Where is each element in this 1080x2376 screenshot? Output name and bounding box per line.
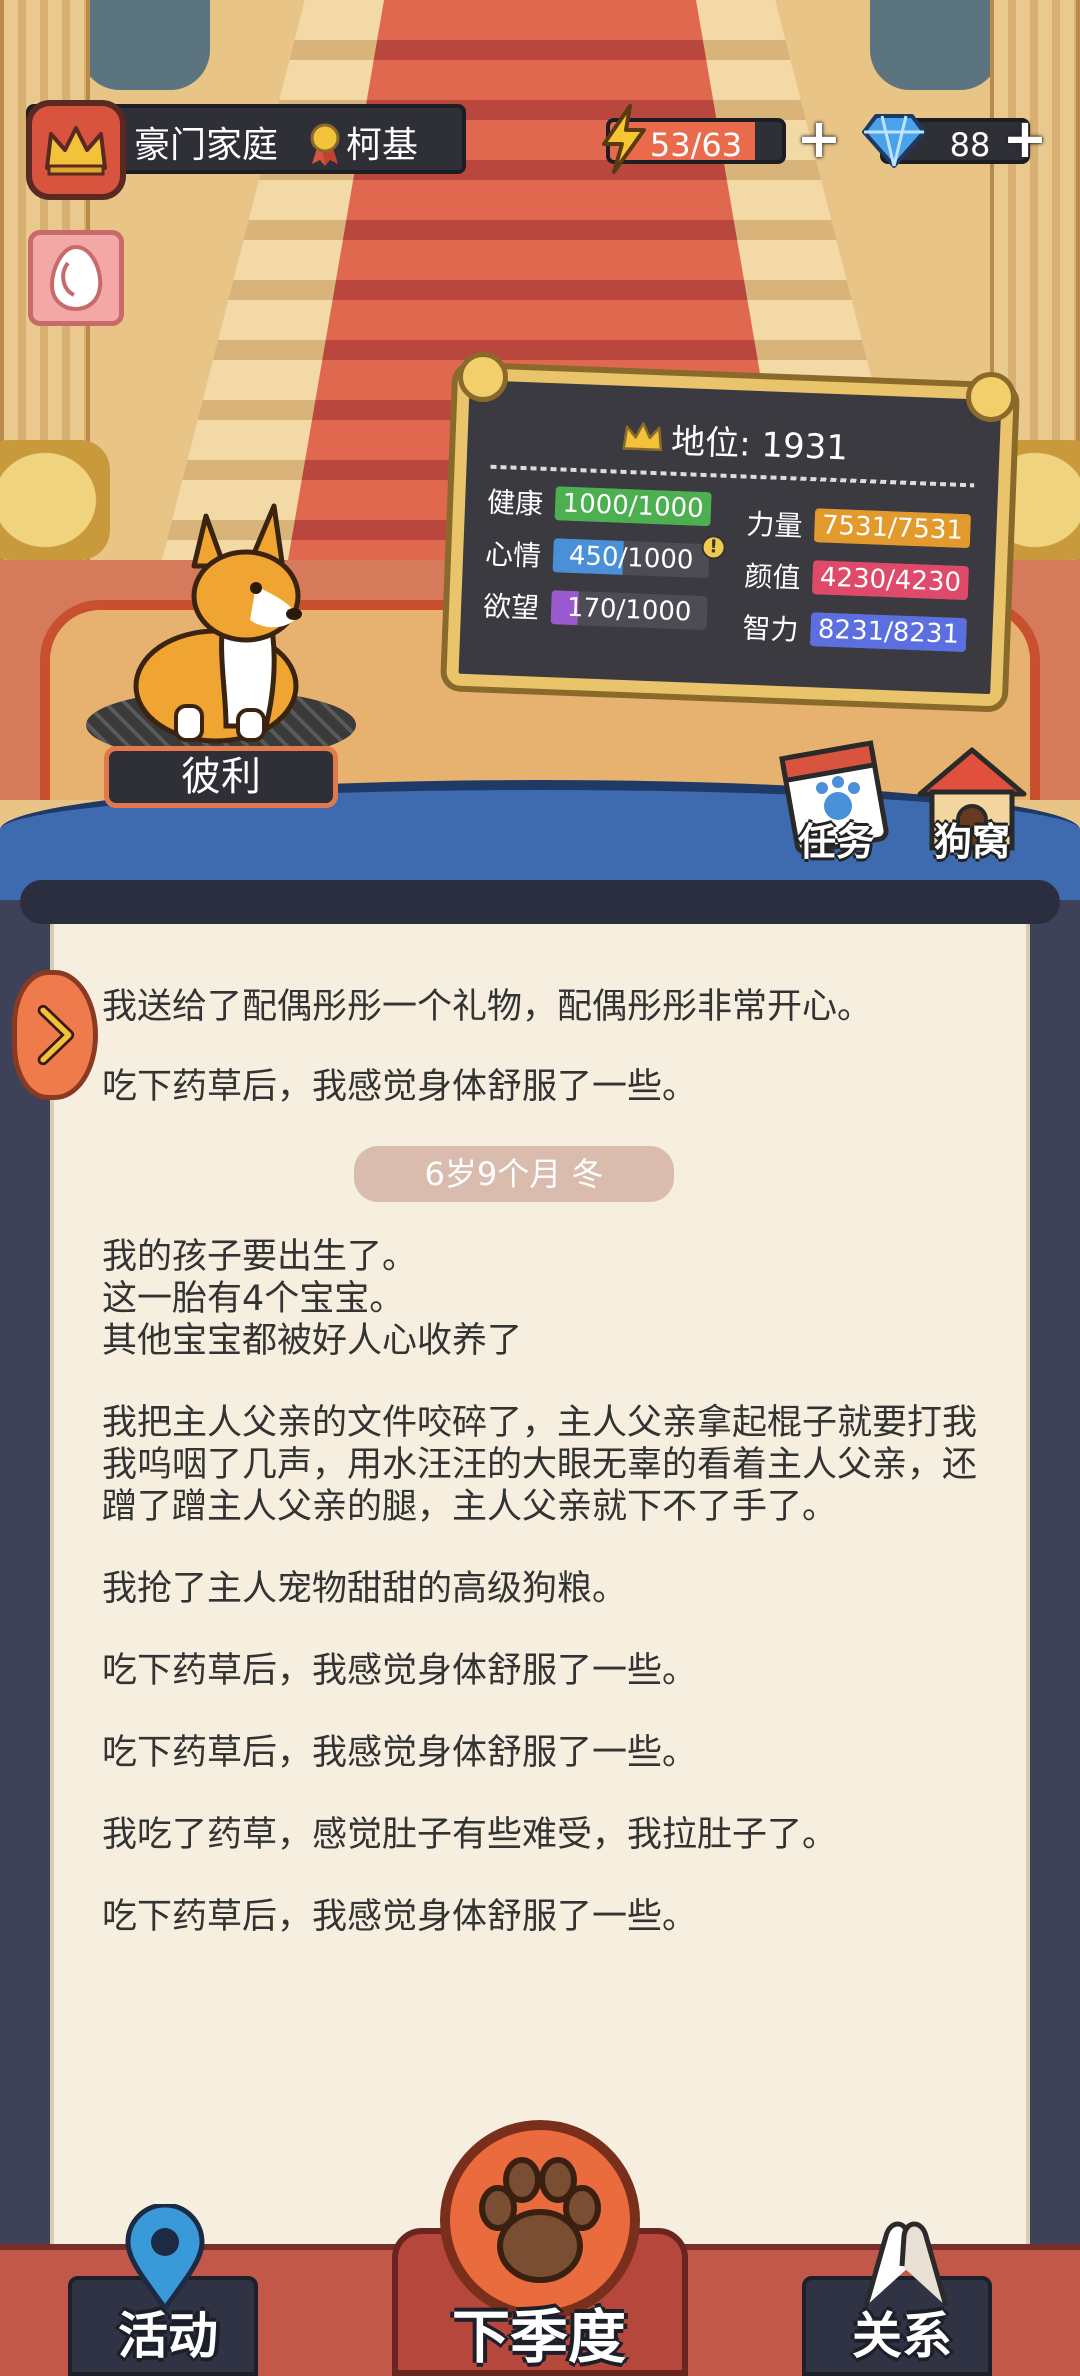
board-knob bbox=[458, 352, 508, 402]
add-gems-button[interactable]: + bbox=[1000, 112, 1050, 166]
medal-icon bbox=[310, 123, 340, 166]
add-energy-button[interactable]: + bbox=[794, 112, 844, 166]
stat-bar: 4230/4230 bbox=[811, 560, 970, 601]
family-title: 豪门家庭 bbox=[134, 125, 279, 166]
egg-icon bbox=[49, 244, 103, 312]
stat-looks: 颜值 4230/4230 bbox=[743, 555, 970, 604]
board-knob bbox=[966, 372, 1016, 422]
crown-icon bbox=[45, 126, 107, 176]
curtain-right bbox=[870, 0, 1000, 90]
stat-desire: 欲望 170/1000 bbox=[482, 585, 708, 634]
pillar-base-left bbox=[0, 440, 110, 560]
lightning-icon bbox=[602, 104, 646, 174]
log-entry: 我送给了配偶彤彤一个礼物，配偶彤彤非常开心。 bbox=[102, 987, 873, 1027]
corgi-dog[interactable] bbox=[106, 496, 346, 746]
season-tag: 6岁9个月 冬 bbox=[354, 1146, 674, 1202]
log-entry: 我的孩子要出生了。 这一胎有4个宝宝。 其他宝宝都被好人心收养了 bbox=[102, 1237, 523, 1361]
curtain-left bbox=[80, 0, 210, 90]
stat-label: 智力 bbox=[741, 611, 800, 647]
paw-icon bbox=[479, 2157, 601, 2283]
stat-label: 心情 bbox=[484, 537, 542, 573]
kennel-button[interactable]: 狗窝 bbox=[912, 740, 1032, 864]
stat-health: 健康 1000/1000 bbox=[486, 481, 712, 530]
stat-value: 7531/7531 bbox=[821, 510, 964, 546]
stat-bar: 450/1000 bbox=[552, 538, 710, 579]
log-entry: 我吃了药草，感觉肚子有些难受，我拉肚子了。 bbox=[102, 1815, 838, 1855]
task-button[interactable]: 任务 bbox=[776, 740, 896, 864]
relations-label: 关系 bbox=[852, 2307, 952, 2365]
stat-label: 欲望 bbox=[482, 589, 540, 625]
dog-name[interactable]: 彼利 bbox=[104, 746, 338, 808]
log-entry: 吃下药草后，我感觉身体舒服了一些。 bbox=[102, 1897, 698, 1937]
warning-icon[interactable]: ! bbox=[701, 534, 727, 560]
stat-mood: 心情 450/1000 bbox=[484, 533, 710, 582]
stat-label: 力量 bbox=[745, 507, 804, 543]
stat-value: 4230/4230 bbox=[819, 562, 962, 598]
expand-arrow-button[interactable] bbox=[12, 970, 98, 1100]
log-entry: 吃下药草后，我感觉身体舒服了一些。 bbox=[102, 1067, 698, 1107]
stat-label: 颜值 bbox=[743, 559, 802, 595]
log-entry: 我把主人父亲的文件咬碎了，主人父亲拿起棍子就要打我 我呜咽了几声，用水汪汪的大眼… bbox=[102, 1403, 978, 1527]
stat-label: 健康 bbox=[486, 485, 544, 521]
stat-bar: 1000/1000 bbox=[554, 486, 712, 527]
chevron-right-icon bbox=[37, 1004, 75, 1066]
diamond-icon bbox=[862, 114, 926, 168]
family-crown-badge[interactable] bbox=[26, 100, 126, 200]
stat-bar: 8231/8231 bbox=[809, 612, 968, 653]
dog-breed: 柯基 bbox=[346, 125, 419, 166]
stat-value: 1000/1000 bbox=[562, 488, 705, 524]
scroll-roll bbox=[20, 880, 1060, 924]
stat-intelligence: 智力 8231/8231 bbox=[741, 607, 968, 656]
stat-bar: 170/1000 bbox=[550, 590, 708, 631]
stat-strength: 力量 7531/7531 bbox=[745, 503, 972, 552]
log-entry: 吃下药草后，我感觉身体舒服了一些。 bbox=[102, 1733, 698, 1773]
kennel-label: 狗窝 bbox=[933, 820, 1010, 864]
status-title: 地位: 1931 bbox=[467, 406, 1000, 475]
stat-value: 8231/8231 bbox=[817, 614, 960, 650]
stat-value: 170/1000 bbox=[566, 592, 692, 628]
status-value: 地位: 1931 bbox=[670, 421, 849, 469]
activity-label: 活动 bbox=[118, 2307, 218, 2365]
event-log: 我送给了配偶彤彤一个礼物，配偶彤彤非常开心。 吃下药草后，我感觉身体舒服了一些。… bbox=[102, 986, 982, 1978]
egg-button[interactable] bbox=[28, 230, 124, 326]
task-label: 任务 bbox=[797, 820, 874, 864]
stat-value: 450/1000 bbox=[568, 540, 694, 576]
stat-bar: 7531/7531 bbox=[813, 508, 972, 549]
log-entry: 我抢了主人宠物甜甜的高级狗粮。 bbox=[102, 1569, 628, 1609]
next-season-label: 下季度 bbox=[452, 2303, 627, 2371]
log-entry: 吃下药草后，我感觉身体舒服了一些。 bbox=[102, 1651, 698, 1691]
status-board: 地位: 1931 健康 1000/1000 力量 7531/7531 心情 45… bbox=[446, 367, 1014, 707]
crown-icon bbox=[621, 422, 662, 452]
